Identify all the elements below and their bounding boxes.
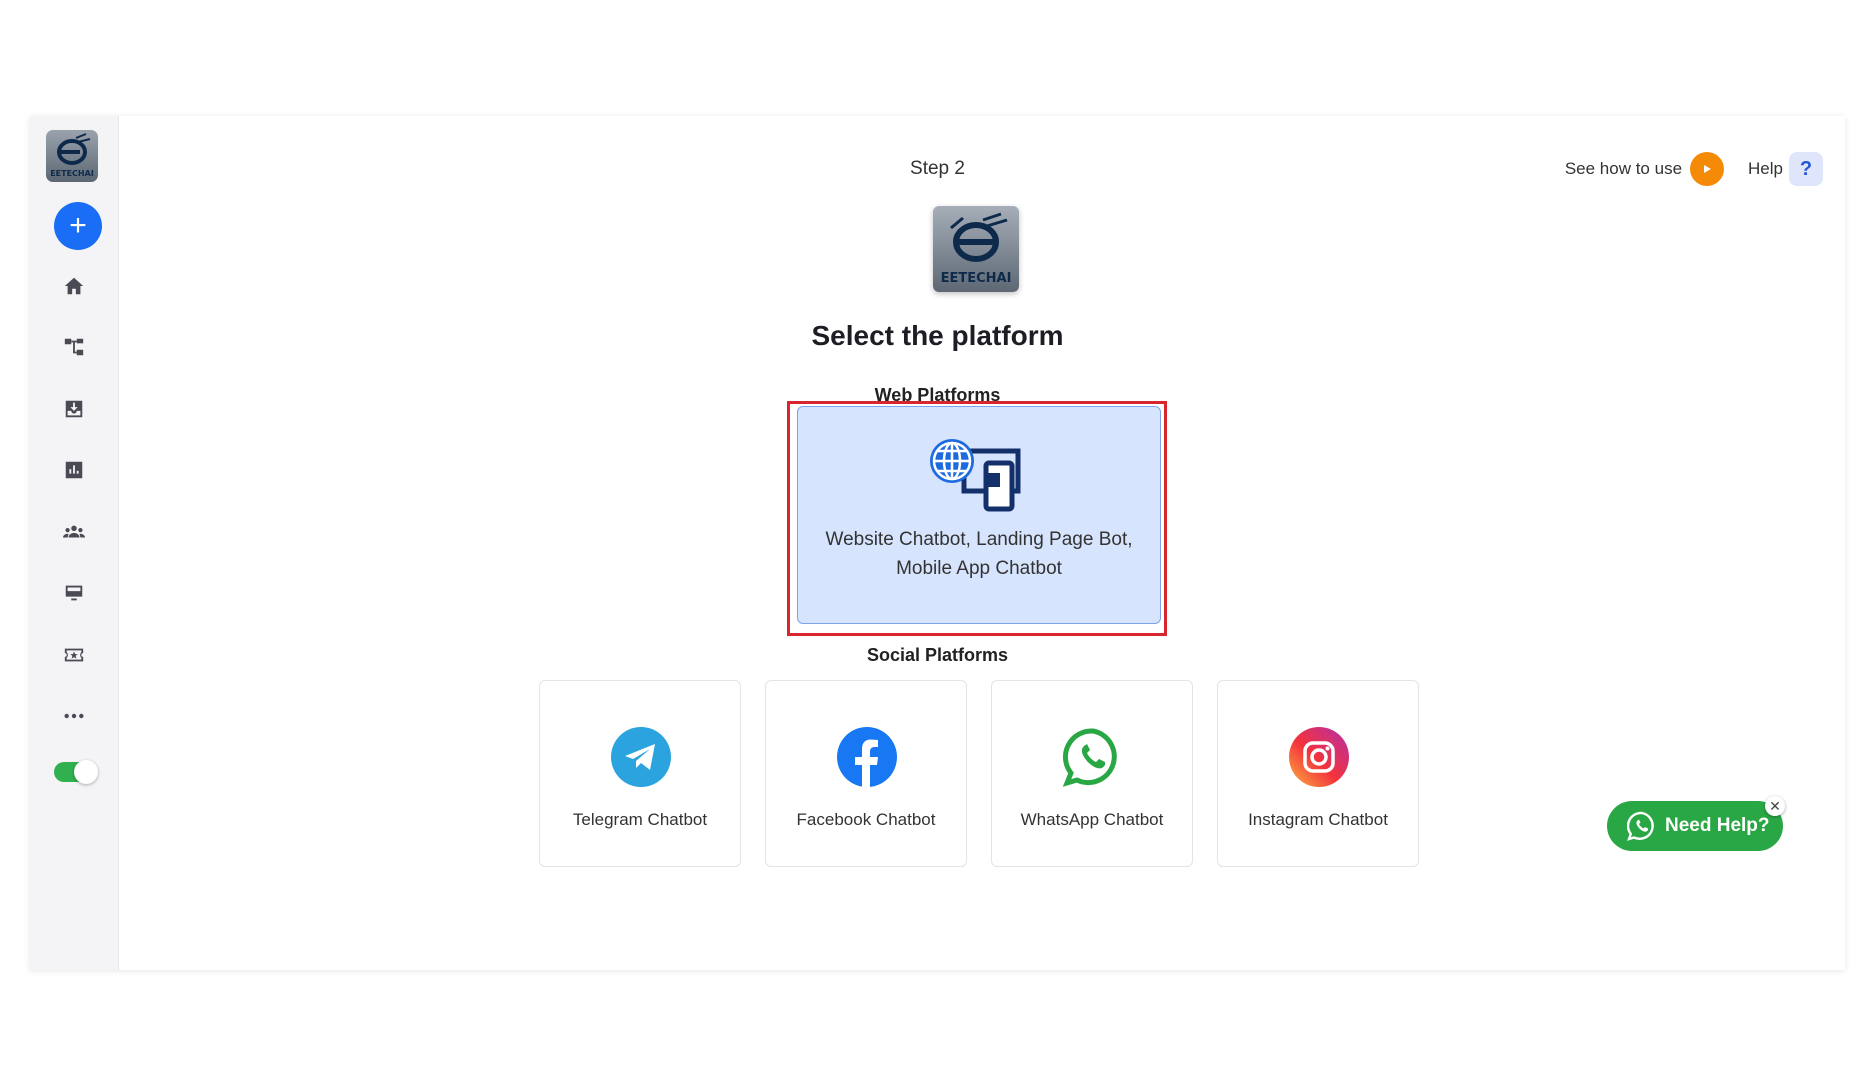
sidebar-item-monitor[interactable]	[54, 573, 94, 613]
web-devices-icon	[926, 435, 1042, 515]
toggle-knob	[74, 760, 98, 784]
sidebar-item-users[interactable]	[54, 512, 94, 552]
monitor-icon	[65, 585, 83, 601]
instagram-label: Instagram Chatbot	[1248, 810, 1388, 829]
web-card-label: Website Chatbot, Landing Page Bot, Mobil…	[798, 525, 1160, 583]
facebook-icon	[837, 727, 897, 787]
add-button[interactable]: +	[54, 202, 102, 250]
sidebar-item-home[interactable]	[54, 266, 94, 306]
whatsapp-card[interactable]: WhatsApp Chatbot	[991, 680, 1193, 867]
whatsapp-label: WhatsApp Chatbot	[1020, 810, 1164, 829]
web-card-label-line1: Website Chatbot, Landing Page Bot,	[825, 529, 1133, 550]
step-label: Step 2	[910, 158, 965, 179]
more-icon	[64, 713, 84, 719]
web-platform-card[interactable]: Website Chatbot, Landing Page Bot, Mobil…	[797, 406, 1161, 624]
need-help-button[interactable]: Need Help?	[1607, 801, 1783, 851]
sidebar-item-analytics[interactable]	[54, 450, 94, 490]
center-logo: EETECHAI	[933, 206, 1019, 292]
web-card-label-line2: Mobile App Chatbot	[896, 558, 1062, 579]
sidebar-item-more[interactable]	[54, 696, 94, 736]
whatsapp-icon	[1063, 728, 1117, 787]
need-help-label: Need Help?	[1665, 815, 1770, 836]
social-platforms-heading: Social Platforms	[866, 645, 1009, 665]
instagram-icon	[1289, 727, 1349, 787]
facebook-label: Facebook Chatbot	[796, 810, 936, 829]
social-platforms-list: Telegram Chatbot Facebook Chatbot WhatsA…	[539, 680, 1419, 867]
center-logo-text: EETECHAI	[941, 271, 1012, 286]
users-icon	[63, 525, 85, 538]
instagram-card[interactable]: Instagram Chatbot	[1217, 680, 1419, 867]
need-help-close-icon[interactable]: ✕	[1765, 796, 1785, 816]
status-toggle[interactable]	[54, 760, 98, 784]
telegram-icon	[611, 727, 671, 787]
facebook-card[interactable]: Facebook Chatbot	[765, 680, 967, 867]
whatsapp-icon	[1627, 811, 1654, 841]
home-icon	[64, 277, 84, 295]
telegram-card[interactable]: Telegram Chatbot	[539, 680, 741, 867]
telegram-label: Telegram Chatbot	[572, 810, 708, 829]
analytics-icon	[65, 461, 83, 479]
page-title: Select the platform	[811, 320, 1064, 351]
sidebar: EETECHAI +	[30, 116, 119, 970]
app-frame: EETECHAI + See how to use Help ? Step 2 …	[30, 116, 1845, 970]
